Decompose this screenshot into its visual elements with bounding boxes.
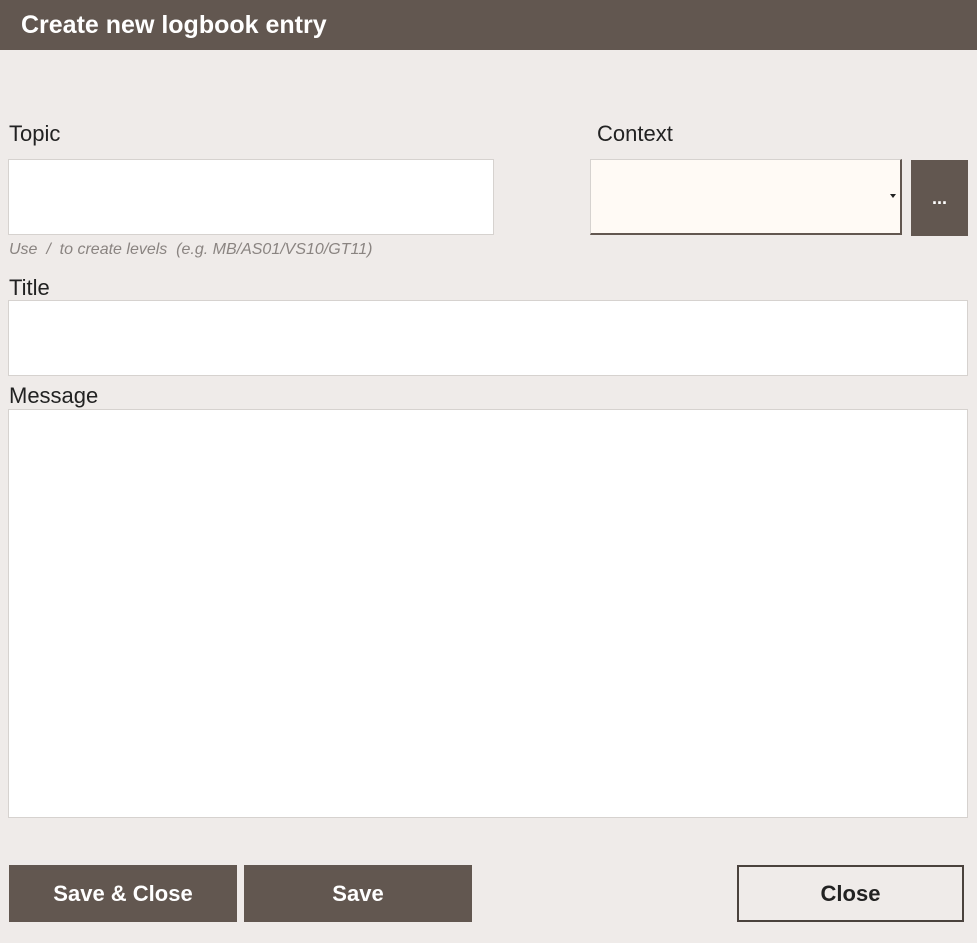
title-label: Title bbox=[9, 275, 50, 300]
save-button[interactable]: Save bbox=[244, 865, 472, 922]
topic-hint: Use / to create levels (e.g. MB/AS01/VS1… bbox=[9, 241, 373, 258]
context-select[interactable] bbox=[590, 159, 902, 235]
close-button[interactable]: Close bbox=[737, 865, 964, 922]
message-textarea[interactable] bbox=[8, 409, 968, 818]
context-more-button[interactable]: ... bbox=[911, 160, 968, 236]
topic-input[interactable] bbox=[8, 159, 494, 235]
dialog-header: Create new logbook entry bbox=[0, 0, 977, 50]
context-label: Context bbox=[597, 121, 673, 146]
save-and-close-button[interactable]: Save & Close bbox=[9, 865, 237, 922]
title-input[interactable] bbox=[8, 300, 968, 376]
message-label: Message bbox=[9, 383, 99, 408]
topic-label: Topic bbox=[9, 121, 61, 146]
chevron-down-icon bbox=[890, 194, 896, 198]
dialog-title: Create new logbook entry bbox=[21, 11, 327, 39]
